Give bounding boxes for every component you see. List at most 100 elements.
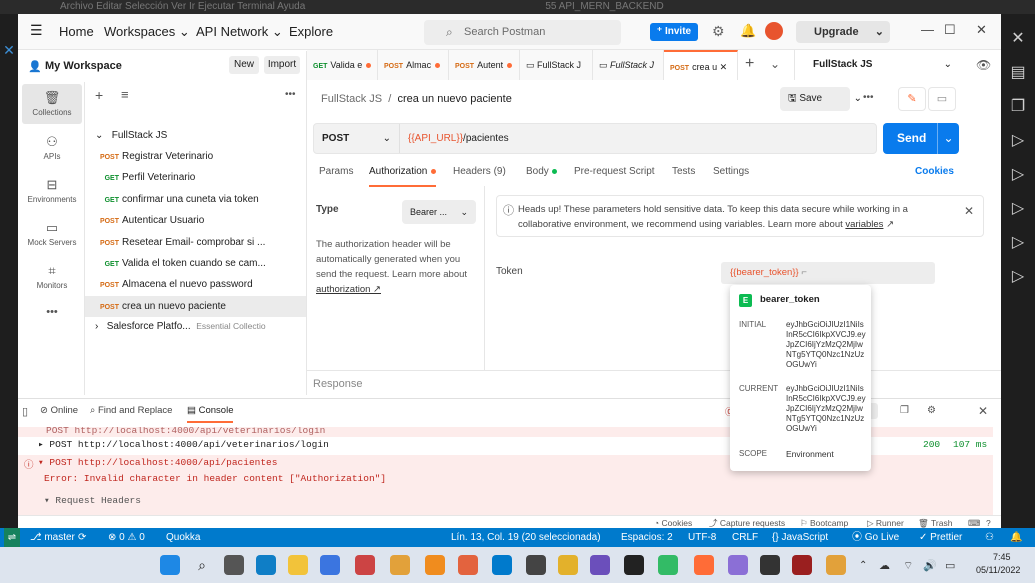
git-branch[interactable]: ⎇ master xyxy=(30,528,75,547)
upgrade-button[interactable]: Upgrade ⌄ xyxy=(796,21,890,43)
close-console-icon[interactable]: ✕ xyxy=(978,404,988,418)
notification-bell-icon[interactable]: 🔔 xyxy=(1010,528,1022,547)
tray-chevron-icon[interactable]: ⌃ xyxy=(859,560,867,571)
more-options-icon[interactable]: ••• xyxy=(863,92,874,103)
tab-settings[interactable]: Settings xyxy=(713,166,749,177)
keyboard-icon[interactable]: ⌨ xyxy=(968,516,980,528)
edge-icon[interactable] xyxy=(256,555,276,575)
variables-link[interactable]: variables xyxy=(845,219,883,230)
avatar[interactable] xyxy=(765,22,783,40)
settings-gear-icon[interactable]: ⚙ xyxy=(927,405,936,416)
nav-home[interactable]: Home xyxy=(59,24,94,39)
collection-fullstack[interactable]: ⌄ FullStack JS xyxy=(85,125,306,146)
list-item[interactable]: GET Perfil Veterinario xyxy=(85,167,306,188)
clock-date[interactable]: 05/11/2022 xyxy=(976,565,1020,575)
nav-api-network[interactable]: API Network ⌄ xyxy=(196,24,283,40)
log-headers-toggle[interactable]: ▾ Request Headers xyxy=(44,495,141,506)
environment-selector[interactable]: FullStack JS ⌄ xyxy=(794,50,960,80)
auth-learn-link[interactable]: authorization ↗ xyxy=(316,284,381,295)
help-icon[interactable]: ? xyxy=(986,516,991,528)
rail-apis[interactable]: ⚇ APIs xyxy=(22,134,82,161)
more-icon[interactable]: ••• xyxy=(22,306,82,318)
trash-button[interactable]: 🗑 Trash xyxy=(918,516,952,528)
close-tab-icon[interactable]: ✕ xyxy=(717,62,728,72)
collection-salesforce[interactable]: › Salesforce Platfo... Essential Collect… xyxy=(85,316,306,337)
app-icon[interactable] xyxy=(526,555,546,575)
chrome-icon[interactable] xyxy=(390,555,410,575)
cookies-link[interactable]: Cookies xyxy=(915,166,954,177)
list-item[interactable]: POST Autenticar Usuario xyxy=(85,210,306,231)
vscode-taskbar-icon[interactable] xyxy=(492,555,512,575)
filter-icon[interactable]: ≡ xyxy=(121,87,129,102)
tab-tests[interactable]: Tests xyxy=(672,166,695,177)
bell-icon[interactable]: 🔔 xyxy=(740,23,756,39)
copy-icon[interactable]: ❐ xyxy=(900,405,909,416)
document-icon[interactable]: ▤ xyxy=(1001,62,1035,82)
request-name[interactable]: crea un nuevo paciente xyxy=(397,93,511,105)
language-mode[interactable]: {} JavaScript xyxy=(772,528,828,547)
runner-button[interactable]: ▷ Runner xyxy=(867,516,904,528)
problems-status[interactable]: ⊗ 0 ⚠ 0 xyxy=(108,528,145,547)
battery-icon[interactable]: ▭ xyxy=(945,559,955,572)
app-icon[interactable] xyxy=(658,555,678,575)
encoding[interactable]: UTF-8 xyxy=(688,528,716,547)
tab-params[interactable]: Params xyxy=(319,166,353,177)
list-item[interactable]: POST Registrar Veterinario xyxy=(85,146,306,167)
close-icon[interactable]: ✕ xyxy=(1001,28,1035,48)
chrome-icon[interactable] xyxy=(826,555,846,575)
sidebar-toggle-icon[interactable]: ▯ xyxy=(22,405,28,418)
app-icon[interactable] xyxy=(590,555,610,575)
app-icon[interactable] xyxy=(355,555,375,575)
postman-taskbar-icon[interactable] xyxy=(694,555,714,575)
save-button[interactable]: 🖫 Save ⌄ xyxy=(780,87,862,111)
search-input[interactable]: ⌕ Search Postman xyxy=(424,20,621,45)
minimize-icon[interactable]: — xyxy=(921,22,934,37)
cursor-position[interactable]: Lín. 13, Col. 19 (20 seleccionada) xyxy=(451,528,601,547)
app-icon[interactable] xyxy=(792,555,812,575)
git-icon[interactable] xyxy=(458,555,478,575)
play-icon[interactable]: ▷ xyxy=(1001,130,1035,150)
edit-icon[interactable]: ✎ xyxy=(898,87,926,111)
list-item[interactable]: GET confirmar una cuneta via token xyxy=(85,189,306,210)
plus-icon[interactable]: + xyxy=(95,87,103,103)
menu-icon[interactable]: ☰ xyxy=(30,22,43,39)
taskview-icon[interactable] xyxy=(224,555,244,575)
gear-icon[interactable]: ⚙ xyxy=(712,23,725,40)
response-panel[interactable]: Response xyxy=(307,370,1001,397)
more-options-icon[interactable]: ••• xyxy=(285,89,296,100)
method-select[interactable]: POST ⌄ xyxy=(314,124,400,153)
nav-explore[interactable]: Explore xyxy=(289,24,333,39)
app-icon[interactable] xyxy=(728,555,748,575)
nav-workspaces[interactable]: Workspaces ⌄ xyxy=(104,24,190,40)
volume-icon[interactable]: 🔊 xyxy=(923,559,937,572)
tab-headers[interactable]: Headers (9) xyxy=(453,166,506,177)
request-tab[interactable]: ▭ FullStack J xyxy=(593,50,664,80)
list-item[interactable]: GET Valida el token cuando se cam... xyxy=(85,253,306,274)
close-icon[interactable]: ✕ xyxy=(964,204,974,218)
file-explorer-icon[interactable] xyxy=(288,555,308,575)
breadcrumb-parent[interactable]: FullStack JS xyxy=(321,93,382,105)
end-of-line[interactable]: CRLF xyxy=(732,528,758,547)
app-icon[interactable] xyxy=(760,555,780,575)
workspace-name[interactable]: My Workspace xyxy=(45,60,122,72)
start-icon[interactable] xyxy=(160,555,180,575)
bootcamp-button[interactable]: ⚐ Bootcamp xyxy=(800,516,848,528)
app-icon[interactable] xyxy=(558,555,578,575)
url-input[interactable]: {{API_URL}}/pacientes xyxy=(408,124,509,153)
request-tab[interactable]: POST Almac xyxy=(378,50,449,80)
wifi-icon[interactable]: ⌔ xyxy=(903,559,913,573)
rail-environments[interactable]: ⊟ Environments xyxy=(22,177,82,204)
maximize-icon[interactable]: ☐ xyxy=(944,22,956,38)
clock-time[interactable]: 7:45 xyxy=(993,552,1011,562)
new-button[interactable]: New xyxy=(229,56,259,74)
rail-monitors[interactable]: ⌗ Monitors xyxy=(22,263,82,290)
invite-button[interactable]: ⁺ Invite xyxy=(650,23,698,41)
sync-icon[interactable]: ⟳ xyxy=(78,528,86,547)
close-window-icon[interactable]: ✕ xyxy=(976,22,987,38)
new-tab-plus-icon[interactable]: + xyxy=(745,55,754,73)
request-tab[interactable]: GET Valida e xyxy=(307,50,378,80)
find-replace-button[interactable]: ⌕ Find and Replace xyxy=(90,405,172,416)
firefox-icon[interactable] xyxy=(320,555,340,575)
capture-button[interactable]: ⤴ Capture requests xyxy=(709,516,785,528)
rail-mock-servers[interactable]: ▭ Mock Servers xyxy=(22,220,82,247)
